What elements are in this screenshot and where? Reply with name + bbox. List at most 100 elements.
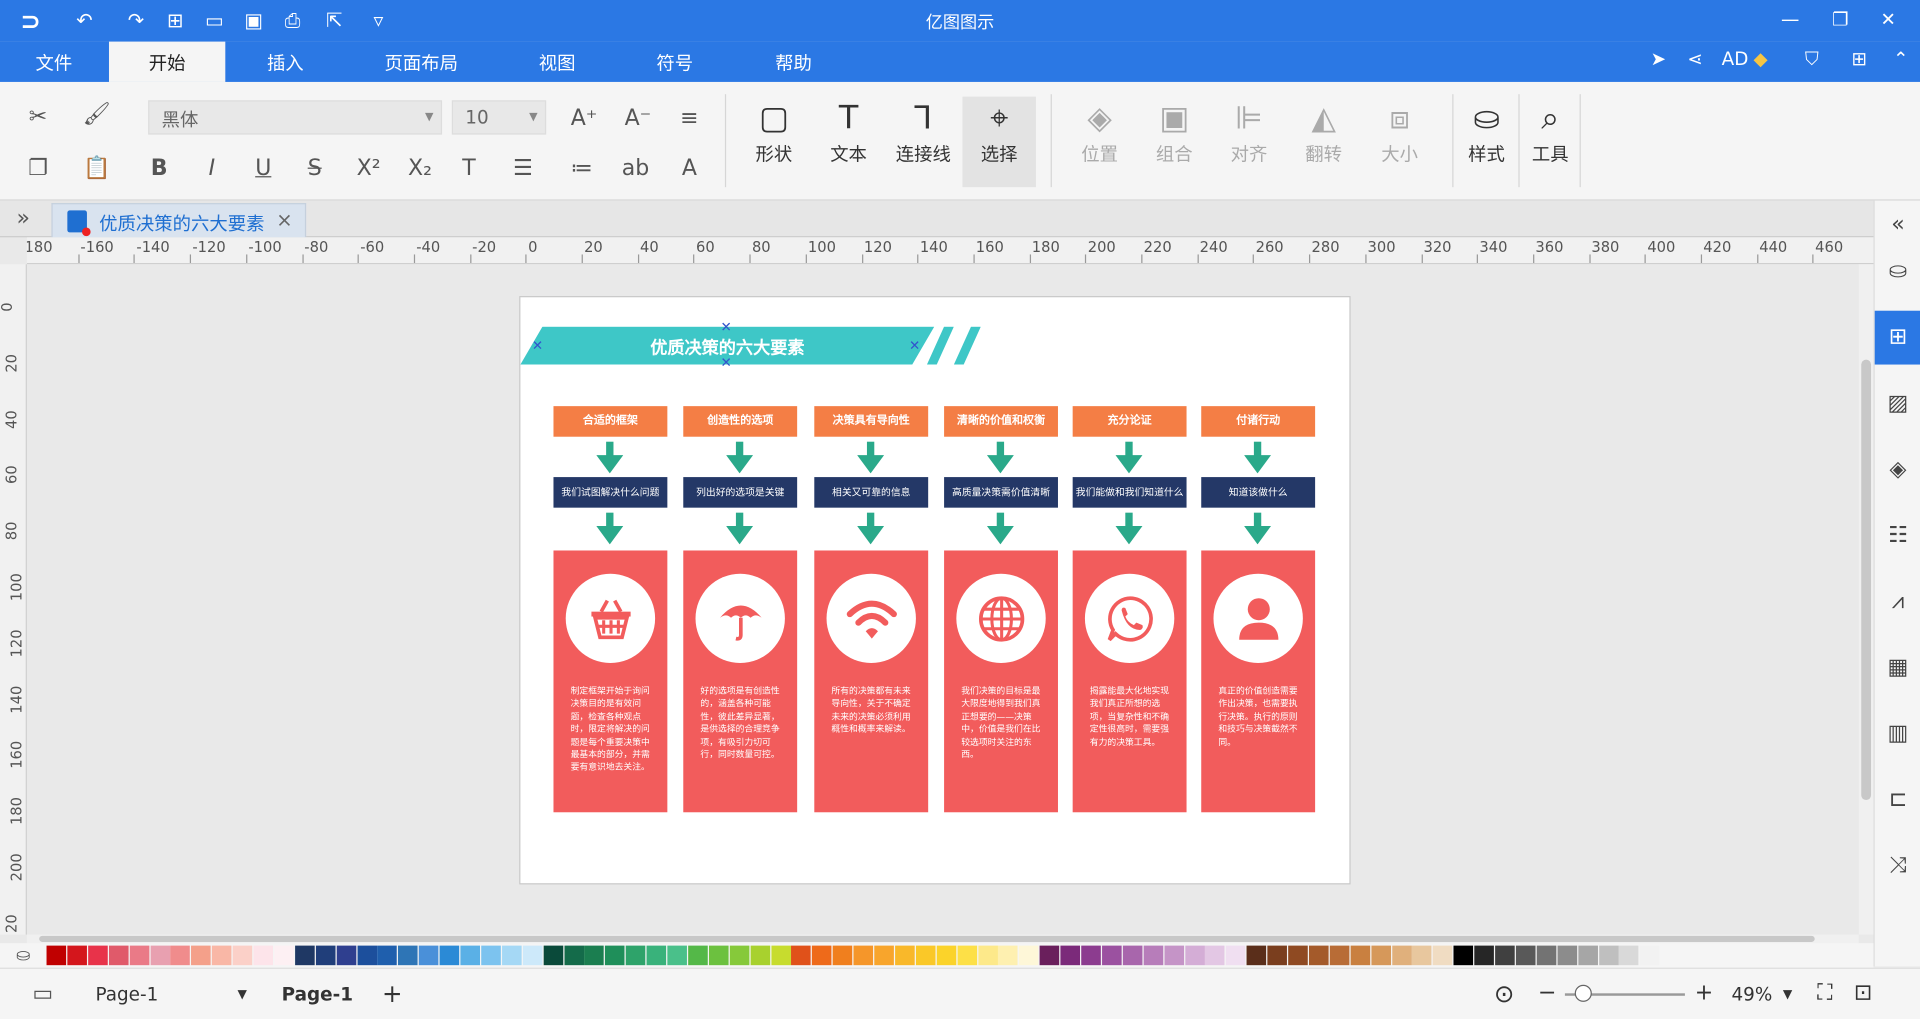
restore-button[interactable]: ❐ xyxy=(1822,5,1859,34)
arrow-down-icon[interactable] xyxy=(1244,441,1272,474)
color-swatch[interactable] xyxy=(915,945,936,966)
color-swatch[interactable] xyxy=(853,945,874,966)
tools-button[interactable]: ⌕ 工具 xyxy=(1513,97,1586,188)
scroll-thumb[interactable] xyxy=(1861,359,1872,801)
minimize-button[interactable]: — xyxy=(1772,5,1809,34)
color-swatch[interactable] xyxy=(605,945,625,966)
expand-panel-icon[interactable]: » xyxy=(7,203,39,235)
send-icon[interactable]: ➤ xyxy=(1651,48,1666,70)
color-swatch[interactable] xyxy=(584,945,605,966)
arrow-down-icon[interactable] xyxy=(1115,512,1143,545)
color-swatch[interactable] xyxy=(294,945,315,966)
column-header[interactable]: 创造性的选项 xyxy=(683,406,798,437)
color-swatch[interactable] xyxy=(1205,945,1225,966)
paste-icon[interactable]: 📋 xyxy=(81,153,113,185)
decrease-font-icon[interactable]: A⁻ xyxy=(622,103,654,135)
color-swatch[interactable] xyxy=(1039,945,1060,966)
color-swatch[interactable] xyxy=(1619,945,1639,966)
column-card[interactable]: 真正的价值创造需要作出决策，也需要执行决策。执行的原则和技巧与决策截然不同。 xyxy=(1201,550,1316,813)
fullscreen-icon[interactable]: ⛶ xyxy=(1817,980,1832,1006)
document-tab[interactable]: 优质决策的六大要素 × xyxy=(51,203,307,238)
chevron-down-icon[interactable]: ▼ xyxy=(1783,988,1792,1001)
color-swatch[interactable] xyxy=(667,945,687,966)
flip-button[interactable]: ◭ 翻转 xyxy=(1287,97,1360,188)
color-swatch[interactable] xyxy=(729,945,750,966)
color-swatch[interactable] xyxy=(212,945,232,966)
color-swatch[interactable] xyxy=(770,945,791,966)
arrow-down-icon[interactable] xyxy=(857,512,885,545)
color-swatch[interactable] xyxy=(1453,945,1474,966)
menu-page-layout[interactable]: 页面布局 xyxy=(384,50,457,76)
arrow-down-icon[interactable] xyxy=(596,441,624,474)
color-swatch[interactable] xyxy=(150,945,170,966)
subscript-icon[interactable]: X₂ xyxy=(404,153,436,185)
color-swatch[interactable] xyxy=(1101,945,1122,966)
color-swatch[interactable] xyxy=(87,945,108,966)
fit-page-icon[interactable]: ⊡ xyxy=(1854,980,1872,1006)
chart-icon[interactable]: ⩘ xyxy=(1883,587,1912,616)
color-swatch[interactable] xyxy=(750,945,770,966)
color-swatch[interactable] xyxy=(1226,945,1246,966)
color-swatch[interactable] xyxy=(1329,945,1350,966)
color-swatch[interactable] xyxy=(1122,945,1143,966)
align-button[interactable]: ⊫ 对齐 xyxy=(1212,97,1285,188)
column-header[interactable]: 充分论证 xyxy=(1072,406,1187,437)
column-subheader[interactable]: 知道该做什么 xyxy=(1201,477,1316,508)
color-swatch[interactable] xyxy=(1495,945,1515,966)
menu-home[interactable]: 开始 xyxy=(108,41,226,82)
horizontal-scrollbar[interactable] xyxy=(26,934,1859,944)
symbol-library-icon[interactable]: ⊞ xyxy=(1883,323,1912,352)
collapse-sidebar-icon[interactable]: « xyxy=(1883,210,1912,239)
color-swatch[interactable] xyxy=(832,945,853,966)
connector-button[interactable]: ⅂ 连接线 xyxy=(887,97,960,188)
color-swatch[interactable] xyxy=(625,945,646,966)
user-name[interactable]: AD xyxy=(1722,48,1749,70)
menu-file[interactable]: 文件 xyxy=(36,50,73,76)
cut-icon[interactable]: ✂ xyxy=(22,102,54,134)
column-subheader[interactable]: 高质量决策需价值清晰 xyxy=(944,477,1058,508)
color-swatch[interactable] xyxy=(460,945,481,966)
line-spacing-icon[interactable]: ☰ xyxy=(507,153,539,185)
shuffle-icon[interactable]: ⤨ xyxy=(1883,851,1912,880)
text-align-icon[interactable]: ≡ xyxy=(673,103,705,135)
color-swatch[interactable] xyxy=(1164,945,1184,966)
arrow-down-icon[interactable] xyxy=(1244,512,1272,545)
color-swatch[interactable] xyxy=(1246,945,1267,966)
color-swatch[interactable] xyxy=(1474,945,1495,966)
chevron-down-icon[interactable]: ▼ xyxy=(238,988,247,1001)
table-icon[interactable]: ▦ xyxy=(1883,653,1912,682)
column-subheader[interactable]: 列出好的选项是关键 xyxy=(683,477,798,508)
select-button[interactable]: ⌖ 选择 xyxy=(962,96,1036,188)
page-icon[interactable]: ☷ xyxy=(1883,521,1912,550)
column-header[interactable]: 合适的框架 xyxy=(553,406,668,437)
menu-symbol[interactable]: 符号 xyxy=(656,50,693,76)
play-icon[interactable]: ⊙ xyxy=(1494,979,1515,1008)
color-swatch[interactable] xyxy=(1288,945,1308,966)
menu-insert[interactable]: 插入 xyxy=(267,50,304,76)
arrow-down-icon[interactable] xyxy=(986,441,1014,474)
column-header[interactable]: 付诸行动 xyxy=(1201,406,1316,437)
zoom-out-icon[interactable]: − xyxy=(1538,980,1556,1006)
format-painter-icon[interactable]: 🖌 xyxy=(81,99,113,131)
color-swatch[interactable] xyxy=(419,945,439,966)
color-swatch[interactable] xyxy=(1557,945,1577,966)
color-swatch[interactable] xyxy=(170,945,191,966)
color-swatch[interactable] xyxy=(129,945,149,966)
arrow-down-icon[interactable] xyxy=(1115,441,1143,474)
increase-font-icon[interactable]: A⁺ xyxy=(568,103,600,135)
color-swatch[interactable] xyxy=(1184,945,1205,966)
page-tab[interactable]: Page-1 xyxy=(282,984,353,1006)
color-swatch[interactable] xyxy=(708,945,729,966)
color-swatch[interactable] xyxy=(791,945,812,966)
menu-help[interactable]: 帮助 xyxy=(775,50,812,76)
color-swatch[interactable] xyxy=(646,945,667,966)
bullet-list-icon[interactable]: ≔ xyxy=(566,153,598,185)
arrow-down-icon[interactable] xyxy=(726,512,754,545)
add-page-icon[interactable]: + xyxy=(382,979,403,1008)
column-card[interactable]: 好的选项是有创造性的，涵盖各种可能性，彼此差异显著，是供选择的合理竞争项，有吸引… xyxy=(683,550,798,813)
page-list-icon[interactable]: ▭ xyxy=(27,979,59,1011)
color-swatch[interactable] xyxy=(1598,945,1619,966)
color-swatch[interactable] xyxy=(315,945,336,966)
column-subheader[interactable]: 我们试图解决什么问题 xyxy=(553,477,668,508)
menu-view[interactable]: 视图 xyxy=(539,50,576,76)
